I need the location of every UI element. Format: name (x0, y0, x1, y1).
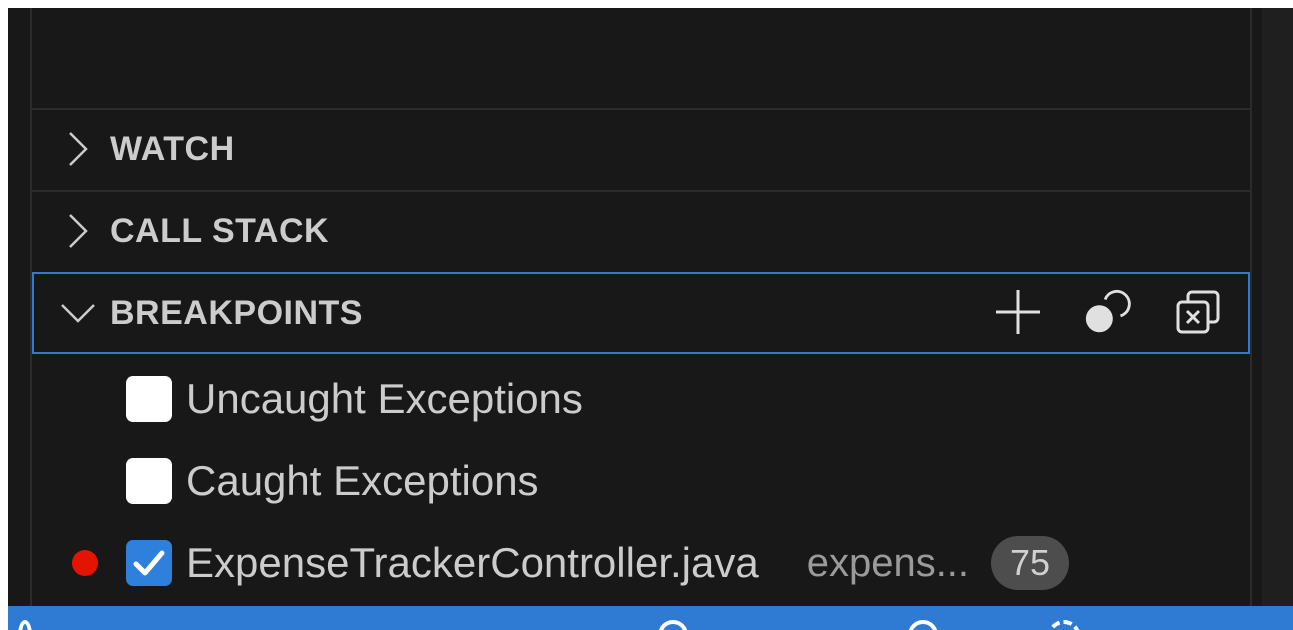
chevron-down-icon (58, 293, 98, 333)
line-number-badge: 75 (991, 536, 1070, 590)
broadcast-icon[interactable] (1048, 620, 1080, 630)
section-title: BREAKPOINTS (110, 293, 363, 332)
breakpoint-item-caught[interactable]: Caught Exceptions (32, 440, 1250, 522)
breakpoint-label: Uncaught Exceptions (186, 375, 583, 422)
call-stack-section-header[interactable]: CALL STACK (32, 190, 1250, 270)
chevron-right-icon (58, 211, 98, 251)
warning-icon[interactable] (908, 620, 938, 630)
window: WATCH CALL STACK BREAKPOINTS Uncaught Ex… (0, 0, 1293, 630)
breakpoints-section-header[interactable]: BREAKPOINTS (32, 272, 1250, 354)
breakpoint-dot-icon (72, 550, 98, 576)
error-icon[interactable] (658, 620, 688, 630)
variables-empty-area (32, 8, 1250, 108)
breakpoints-actions (992, 274, 1224, 350)
breakpoint-label: ExpenseTrackerController.java (186, 539, 759, 586)
debug-sidebar: WATCH CALL STACK BREAKPOINTS Uncaught Ex… (8, 8, 1293, 606)
watch-section-header[interactable]: WATCH (32, 108, 1250, 188)
divider-right (1250, 8, 1252, 606)
breakpoint-item-file[interactable]: ExpenseTrackerController.java expens... … (32, 522, 1250, 604)
chevron-right-icon (58, 129, 98, 169)
section-title: CALL STACK (110, 211, 330, 250)
breakpoint-description: expens... (806, 540, 970, 585)
close-all-icon[interactable] (1172, 286, 1224, 338)
activate-breakpoints-icon[interactable] (1082, 286, 1134, 338)
breakpoint-label: Caught Exceptions (186, 457, 539, 504)
checkbox-checked[interactable] (126, 540, 172, 586)
breakpoint-dot-slot (32, 550, 126, 576)
status-bar (8, 606, 1293, 630)
remote-icon[interactable] (18, 620, 32, 630)
section-title: WATCH (110, 129, 235, 168)
plus-icon[interactable] (992, 286, 1044, 338)
editor-edge (1262, 8, 1293, 606)
checkbox[interactable] (126, 458, 172, 504)
activity-gap (8, 8, 30, 606)
breakpoint-item-uncaught[interactable]: Uncaught Exceptions (32, 358, 1250, 440)
checkbox[interactable] (126, 376, 172, 422)
checkmark-icon (133, 550, 165, 576)
